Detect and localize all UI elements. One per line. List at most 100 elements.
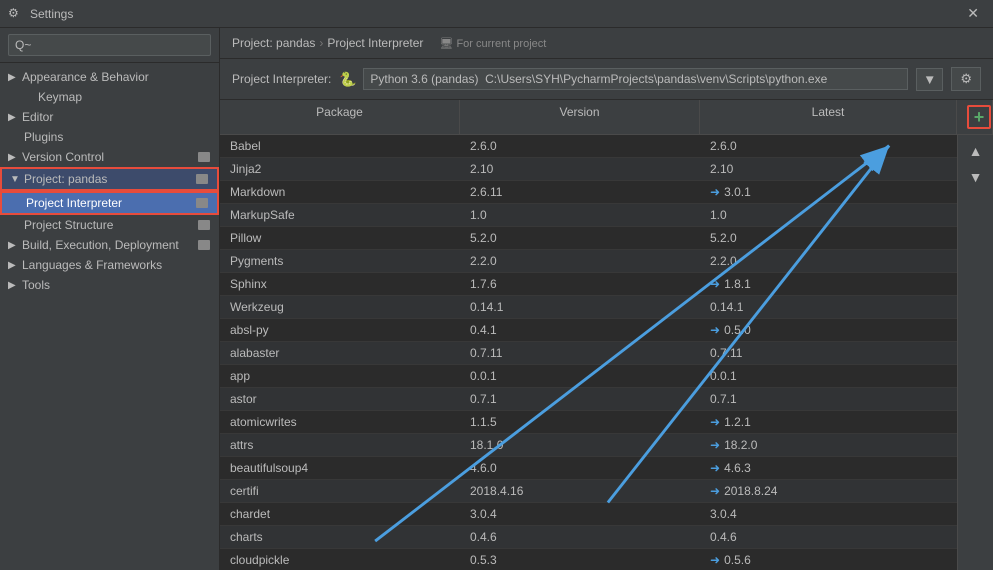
update-arrow-icon: ➜	[710, 484, 720, 498]
sidebar-item-version-control[interactable]: ▶ Version Control	[0, 147, 219, 167]
package-name: atomicwrites	[220, 411, 460, 433]
sidebar-item-label: Plugins	[24, 130, 63, 144]
package-latest: 5.2.0	[700, 227, 957, 249]
col-actions: +	[957, 100, 993, 134]
sidebar-item-tools[interactable]: ▶ Tools	[0, 275, 219, 295]
package-name: Sphinx	[220, 273, 460, 295]
sidebar-item-editor[interactable]: ▶ Editor	[0, 107, 219, 127]
interpreter-dropdown-button[interactable]: ▼	[916, 68, 943, 91]
update-arrow-icon: ➜	[710, 438, 720, 452]
sidebar-item-languages[interactable]: ▶ Languages & Frameworks	[0, 255, 219, 275]
package-latest: ➜1.8.1	[700, 273, 957, 295]
package-name: MarkupSafe	[220, 204, 460, 226]
package-name: Pillow	[220, 227, 460, 249]
table-row[interactable]: Werkzeug0.14.10.14.1	[220, 296, 957, 319]
sidebar-item-project-interpreter[interactable]: Project Interpreter	[0, 191, 219, 215]
scroll-down-button[interactable]: ▼	[964, 165, 988, 189]
table-row[interactable]: chardet3.0.43.0.4	[220, 503, 957, 526]
package-name: cloudpickle	[220, 549, 460, 570]
col-package: Package	[220, 100, 460, 134]
table-row[interactable]: Markdown2.6.11➜3.0.1	[220, 181, 957, 204]
package-version: 4.6.0	[460, 457, 700, 479]
package-version: 18.1.0	[460, 434, 700, 456]
package-version: 0.0.1	[460, 365, 700, 387]
sidebar-item-label: Keymap	[38, 90, 82, 104]
breadcrumb: Project: pandas › Project Interpreter 🖥 …	[220, 28, 993, 59]
package-version: 2.6.0	[460, 135, 700, 157]
table-row[interactable]: Pillow5.2.05.2.0	[220, 227, 957, 250]
content: Project: pandas › Project Interpreter 🖥 …	[220, 28, 993, 570]
package-name: alabaster	[220, 342, 460, 364]
package-latest: ➜1.2.1	[700, 411, 957, 433]
scroll-up-button[interactable]: ▲	[964, 139, 988, 163]
table-row[interactable]: app0.0.10.0.1	[220, 365, 957, 388]
update-arrow-icon: ➜	[710, 277, 720, 291]
build-badge	[197, 238, 211, 252]
arrow-icon: ▶	[8, 112, 18, 123]
sidebar-item-label: Project Interpreter	[26, 196, 122, 210]
search-bar	[0, 28, 219, 63]
package-latest: ➜3.0.1	[700, 181, 957, 203]
breadcrumb-root: Project: pandas	[232, 36, 315, 50]
package-version: 2.2.0	[460, 250, 700, 272]
table-row[interactable]: astor0.7.10.7.1	[220, 388, 957, 411]
package-name: absl-py	[220, 319, 460, 341]
table-row[interactable]: Sphinx1.7.6➜1.8.1	[220, 273, 957, 296]
package-version: 2.6.11	[460, 181, 700, 203]
package-name: chardet	[220, 503, 460, 525]
package-latest: 0.7.1	[700, 388, 957, 410]
table-row[interactable]: Jinja22.102.10	[220, 158, 957, 181]
main-layout: ▶ Appearance & Behavior Keymap ▶ Editor …	[0, 28, 993, 570]
update-arrow-icon: ➜	[710, 553, 720, 567]
breadcrumb-tab: 🖥 For current project	[439, 37, 546, 50]
sidebar-item-keymap[interactable]: Keymap	[0, 87, 219, 107]
package-version: 2018.4.16	[460, 480, 700, 502]
sidebar-item-plugins[interactable]: Plugins	[0, 127, 219, 147]
package-name: Werkzeug	[220, 296, 460, 318]
interpreter-gear-button[interactable]: ⚙	[951, 67, 981, 91]
table-row[interactable]: alabaster0.7.110.7.11	[220, 342, 957, 365]
table-row[interactable]: Pygments2.2.02.2.0	[220, 250, 957, 273]
package-version: 0.14.1	[460, 296, 700, 318]
update-arrow-icon: ➜	[710, 415, 720, 429]
arrow-icon: ▶	[8, 240, 18, 251]
package-version: 5.2.0	[460, 227, 700, 249]
package-latest: 3.0.4	[700, 503, 957, 525]
table-row[interactable]: beautifulsoup44.6.0➜4.6.3	[220, 457, 957, 480]
table-row[interactable]: absl-py0.4.1➜0.5.0	[220, 319, 957, 342]
table-row[interactable]: Babel2.6.02.6.0	[220, 135, 957, 158]
sidebar-item-label: Build, Execution, Deployment	[22, 238, 179, 252]
package-version: 0.5.3	[460, 549, 700, 570]
version-control-badge	[197, 150, 211, 164]
table-row[interactable]: attrs18.1.0➜18.2.0	[220, 434, 957, 457]
add-package-button[interactable]: +	[967, 105, 991, 129]
sidebar-item-project-pandas[interactable]: ▼ Project: pandas	[0, 167, 219, 191]
package-version: 0.7.11	[460, 342, 700, 364]
table-row[interactable]: certifi2018.4.16➜2018.8.24	[220, 480, 957, 503]
col-version: Version	[460, 100, 700, 134]
table-row[interactable]: atomicwrites1.1.5➜1.2.1	[220, 411, 957, 434]
package-name: Babel	[220, 135, 460, 157]
sidebar-item-build[interactable]: ▶ Build, Execution, Deployment	[0, 235, 219, 255]
package-version: 0.4.1	[460, 319, 700, 341]
close-button[interactable]: ✕	[961, 3, 985, 24]
sidebar-item-project-structure[interactable]: Project Structure	[0, 215, 219, 235]
package-latest: 0.7.11	[700, 342, 957, 364]
arrow-icon: ▶	[8, 72, 18, 83]
titlebar: ⚙ Settings ✕	[0, 0, 993, 28]
table-row[interactable]: cloudpickle0.5.3➜0.5.6	[220, 549, 957, 570]
sidebar-item-appearance[interactable]: ▶ Appearance & Behavior	[0, 67, 219, 87]
python-icon: 🐍	[339, 71, 355, 87]
table-row[interactable]: charts0.4.60.4.6	[220, 526, 957, 549]
package-name: charts	[220, 526, 460, 548]
arrow-icon: ▼	[10, 174, 20, 185]
arrow-icon: ▶	[8, 280, 18, 291]
package-latest: 1.0	[700, 204, 957, 226]
package-version: 0.4.6	[460, 526, 700, 548]
col-latest: Latest	[700, 100, 957, 134]
interpreter-path-input[interactable]	[363, 68, 908, 90]
table-row[interactable]: MarkupSafe1.01.0	[220, 204, 957, 227]
sidebar-item-label: Project: pandas	[24, 172, 107, 186]
search-input[interactable]	[8, 34, 211, 56]
titlebar-title: Settings	[30, 7, 961, 21]
